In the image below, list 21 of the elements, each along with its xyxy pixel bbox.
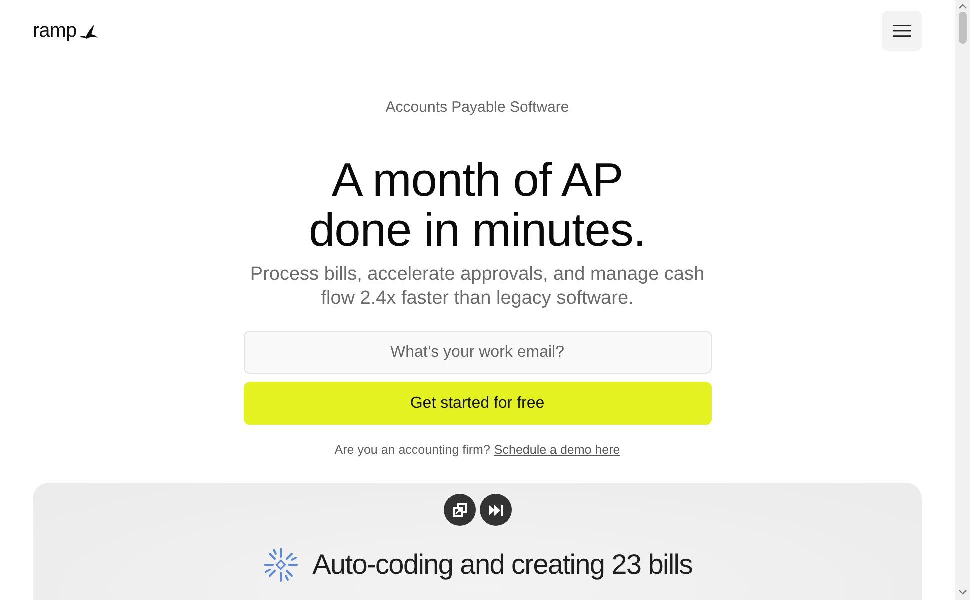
skip-forward-icon [488,504,502,516]
scroll-up-icon[interactable] [958,4,966,9]
email-field[interactable]: What’s your work email? [244,331,712,374]
get-started-button[interactable]: Get started for free [244,382,712,425]
open-window-button[interactable] [444,494,476,526]
subtitle: Process bills, accelerate approvals, and manage cash flow 2.4x faster than legacy software. [249,263,706,311]
headline: A month of AP done in minutes. [309,155,646,255]
scrollbar-thumb[interactable] [958,12,966,44]
schedule-demo-link[interactable]: Schedule a demo here [494,441,620,459]
accounting-firm-question: Are you an accounting firm? [334,442,490,459]
wing-logo-icon[interactable] [78,24,98,38]
skip-button[interactable] [480,494,512,526]
window-arrow-icon [452,502,468,518]
scrollbar[interactable] [955,0,970,600]
logo-wordmark[interactable]: ramp [33,20,77,42]
menu-button[interactable] [882,11,922,51]
menu-icon [893,25,911,37]
eyebrow-text: Accounts Payable Software [386,98,570,118]
status-text: Auto-coding and creating 23 bills [312,548,692,582]
scroll-down-icon[interactable] [958,590,966,595]
starburst-icon [262,547,299,583]
